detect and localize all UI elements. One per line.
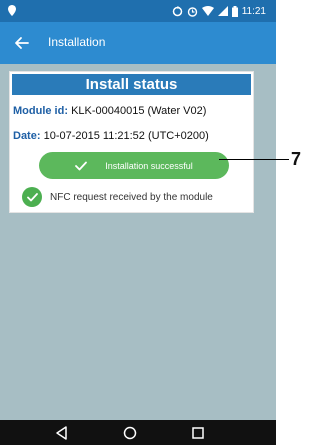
back-arrow-icon[interactable] (12, 33, 32, 53)
wifi-icon (201, 6, 214, 16)
date-value: 10-07-2015 11:21:52 (UTC+0200) (43, 130, 209, 142)
date-label: Date: (13, 130, 41, 142)
status-bar: 11:21 (0, 0, 276, 22)
home-circle-icon[interactable] (122, 425, 138, 441)
callout-label: 7 (291, 149, 302, 169)
android-nav-bar (0, 420, 276, 445)
app-bar-title: Installation (48, 35, 106, 49)
module-id-row: Module id: KLK-00040015 (Water V02) (13, 105, 206, 117)
sync-icon (172, 5, 183, 17)
nfc-status-row: NFC request received by the module (22, 187, 213, 207)
module-id-label: Module id: (13, 105, 68, 117)
installation-successful-label: Installation successful (105, 160, 193, 171)
alarm-icon (187, 6, 198, 17)
phone-screen: 11:21 Installation Install status Module… (0, 0, 276, 445)
checkmark-icon (75, 161, 88, 170)
install-status-card: Install status Module id: KLK-00040015 (… (9, 71, 254, 213)
clock-time: 11:21 (241, 5, 266, 17)
installation-successful-button[interactable]: Installation successful (39, 152, 229, 179)
date-row: Date: 10-07-2015 11:21:52 (UTC+0200) (13, 130, 209, 142)
callout-line (219, 159, 289, 160)
back-triangle-icon[interactable] (54, 425, 70, 441)
status-icons: 11:21 (172, 4, 266, 18)
signal-icon (217, 6, 228, 16)
recents-square-icon[interactable] (190, 425, 206, 441)
card-header: Install status (12, 74, 251, 95)
app-bar: Installation (0, 22, 276, 64)
battery-icon (231, 5, 238, 17)
module-id-value: KLK-00040015 (Water V02) (71, 105, 207, 117)
check-circle-icon (22, 187, 42, 207)
nfc-status-text: NFC request received by the module (50, 191, 213, 203)
location-pin-icon (8, 5, 16, 16)
